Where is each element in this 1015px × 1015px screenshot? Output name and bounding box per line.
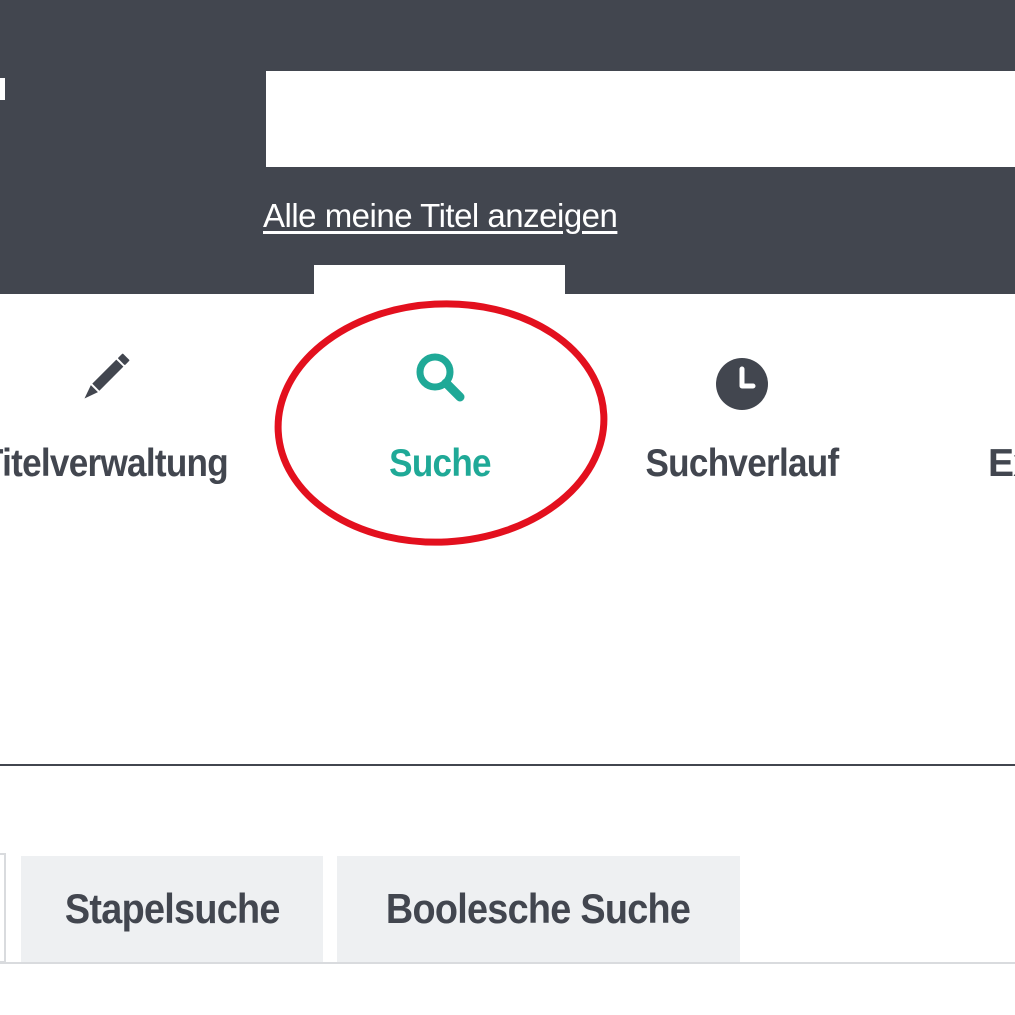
search-input[interactable] [266, 71, 1015, 167]
nav-item-label: Suche [389, 442, 491, 485]
search-icon [416, 353, 465, 402]
nav-item-label: Titelverwaltung [0, 442, 229, 485]
all-titles-link[interactable]: Alle meine Titel anzeigen [263, 197, 618, 235]
tab-stapelsuche[interactable]: Stapelsuche [21, 856, 323, 962]
nav-item-label: Ex [988, 442, 1015, 485]
clock-icon [716, 358, 768, 410]
header-edge-fragment [0, 78, 5, 100]
nav-item-icon-placeholder [996, 346, 1015, 410]
tabs-baseline [0, 962, 1015, 964]
nav-item-export[interactable]: Ex [988, 346, 1015, 506]
search-tab-partial[interactable] [0, 853, 6, 963]
section-divider [0, 764, 1015, 766]
nav-item-titelverwaltung[interactable]: Titelverwaltung [0, 346, 255, 506]
active-tab-marker [314, 265, 565, 295]
nav-item-suchverlauf[interactable]: Suchverlauf [592, 346, 892, 506]
top-header: Alle meine Titel anzeigen [0, 0, 1015, 295]
tab-boolesche-suche[interactable]: Boolesche Suche [337, 856, 740, 962]
nav-item-suche[interactable]: Suche [290, 346, 590, 506]
tab-label: Boolesche Suche [386, 885, 691, 932]
nav-item-label: Suchverlauf [645, 442, 839, 485]
pencil-icon [84, 353, 130, 399]
tab-label: Stapelsuche [64, 885, 280, 932]
